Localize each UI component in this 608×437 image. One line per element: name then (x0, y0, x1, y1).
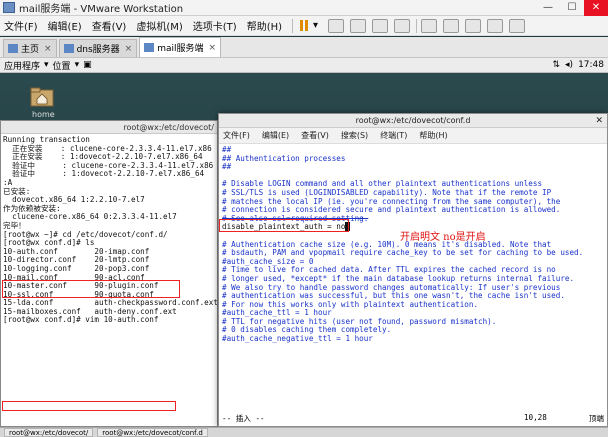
menu-file[interactable]: 文件(F) (223, 130, 250, 141)
vim-line: #auth_cache_negative_ttl = 1 hour (222, 334, 373, 344)
red-annotation: 开启明文 no是开启 (400, 232, 486, 243)
tab-label: 主页 (21, 45, 40, 55)
pause-dropdown-icon[interactable]: ▾ (313, 20, 318, 31)
maximize-button[interactable]: ☐ (560, 0, 584, 16)
tab-dns-server[interactable]: dns服务器 × (58, 39, 138, 57)
close-button[interactable]: ✕ (584, 0, 608, 16)
tab-label: mail服务端 (157, 44, 204, 54)
sidebar-icon[interactable] (421, 18, 438, 33)
home-folder-label[interactable]: home (32, 110, 55, 119)
minimize-button[interactable]: — (536, 0, 560, 16)
close-tab-icon[interactable]: × (209, 43, 217, 53)
tab-label: dns服务器 (76, 45, 120, 55)
close-icon[interactable]: ✕ (595, 114, 603, 128)
terminal-line: 验证中 : 1:dovecot-2.2.10-7.el7.x86_64 (3, 169, 205, 179)
terminal-output[interactable]: Running transaction 正在安装 : clucene-core-… (1, 134, 218, 327)
terminal-line: clucene-core.x86_64 0:2.3.3.4-11.el7 (3, 212, 177, 222)
vm-tab-icon (63, 44, 74, 53)
places-menu[interactable]: 位置 (53, 59, 71, 72)
volume-icon[interactable]: ◂) (565, 60, 573, 70)
window-title: mail服务端 - VMware Workstation (19, 4, 184, 15)
snapshot-icon[interactable] (350, 18, 367, 33)
window-controls: — ☐ ✕ (536, 0, 608, 16)
guest-taskbar: root@wx:/etc/dovecot/ root@wx:/etc/dovec… (0, 427, 608, 437)
vim-buffer[interactable]: ## ## Authentication processes ## # Disabl… (219, 144, 607, 346)
menu-search[interactable]: 搜索(S) (341, 130, 368, 141)
vim-statusline: -- 插入 -- 10,28 顶端 (222, 413, 604, 424)
unity-icon[interactable] (487, 18, 504, 33)
toolbar-separator (416, 18, 418, 33)
menu-view[interactable]: 查看(V) (92, 18, 127, 33)
fullscreen-icon[interactable] (465, 18, 482, 33)
terminal-window-back[interactable]: root@wx:/etc/dovecot/ Running transactio… (0, 120, 218, 427)
applications-dropdown-icon[interactable]: ▾ (44, 60, 49, 70)
terminal-title-text: root@wx:/etc/dovecot/conf.d (355, 116, 471, 125)
terminal-line: :A (3, 177, 13, 187)
taskbar-item-terminal[interactable]: root@wx:/etc/dovecot/conf.d (97, 428, 208, 437)
places-dropdown-icon[interactable]: ▾ (75, 60, 80, 70)
menu-view[interactable]: 查看(V) (301, 130, 329, 141)
menu-vm[interactable]: 虚拟机(M) (136, 18, 182, 33)
tab-mail-server[interactable]: mail服务端 × (139, 37, 222, 57)
menu-help[interactable]: 帮助(H) (419, 130, 447, 141)
revert-snapshot-icon[interactable] (372, 18, 389, 33)
vm-tab-strip: 主页 × dns服务器 × mail服务端 × (0, 37, 608, 58)
vmware-titlebar: mail服务端 - VMware Workstation — ☐ ✕ (0, 0, 608, 16)
terminal-line: [root@wx conf.d]# vim 10-auth.conf (3, 315, 159, 325)
vim-line: ## (222, 162, 232, 172)
menu-edit[interactable]: 编辑(E) (262, 130, 289, 141)
close-tab-icon[interactable]: × (44, 44, 52, 54)
vmware-menubar: 文件(F) 编辑(E) 查看(V) 虚拟机(M) 选项卡(T) 帮助(H) ▾ (0, 16, 608, 36)
toolbar-separator (292, 18, 294, 33)
vim-line: ## Authentication processes (222, 153, 346, 163)
network-icon[interactable]: ⇅ (552, 60, 560, 70)
terminal-window-front[interactable]: root@wx:/etc/dovecot/conf.d ✕ 文件(F) 编辑(E… (218, 113, 608, 427)
cursor-position: 10,28 (523, 413, 547, 422)
home-folder-icon[interactable] (30, 87, 54, 107)
terminal-title: root@wx:/etc/dovecot/ (1, 121, 217, 134)
terminal-launcher-icon[interactable]: ▣ (83, 60, 92, 70)
gnome-top-panel: 应用程序 ▾ 位置 ▾ ▣ ⇅ ◂) 17:48 (0, 58, 608, 73)
stretch-icon[interactable] (509, 18, 526, 33)
vmware-app-icon (3, 2, 15, 13)
tab-home[interactable]: 主页 × (3, 39, 57, 57)
vim-mode: -- 插入 -- (222, 414, 265, 423)
send-ctrl-alt-del-icon[interactable] (328, 18, 345, 33)
menu-terminal[interactable]: 终端(T) (380, 130, 407, 141)
menu-help[interactable]: 帮助(H) (247, 18, 282, 33)
home-tab-icon (8, 44, 18, 53)
guest-desktop: home root@wx:/etc/dovecot/ Running trans… (0, 73, 608, 427)
applications-menu[interactable]: 应用程序 (4, 59, 40, 72)
taskbar-item-terminal[interactable]: root@wx:/etc/dovecot/ (4, 428, 94, 437)
menu-tabs[interactable]: 选项卡(T) (193, 18, 237, 33)
annotation-box-vim (2, 401, 176, 411)
console-view-icon[interactable] (443, 18, 460, 33)
clock[interactable]: 17:48 (578, 60, 604, 70)
pause-icon[interactable] (297, 19, 311, 32)
menu-edit[interactable]: 编辑(E) (48, 18, 82, 33)
vm-tab-icon (144, 43, 155, 52)
scroll-position: 顶端 (588, 414, 604, 423)
menu-file[interactable]: 文件(F) (4, 18, 38, 33)
text-cursor (345, 222, 351, 232)
terminal-menubar: 文件(F) 编辑(E) 查看(V) 搜索(S) 终端(T) 帮助(H) (219, 128, 607, 144)
terminal-title: root@wx:/etc/dovecot/conf.d ✕ (219, 114, 607, 128)
snapshot-manager-icon[interactable] (394, 18, 411, 33)
close-tab-icon[interactable]: × (125, 44, 133, 54)
